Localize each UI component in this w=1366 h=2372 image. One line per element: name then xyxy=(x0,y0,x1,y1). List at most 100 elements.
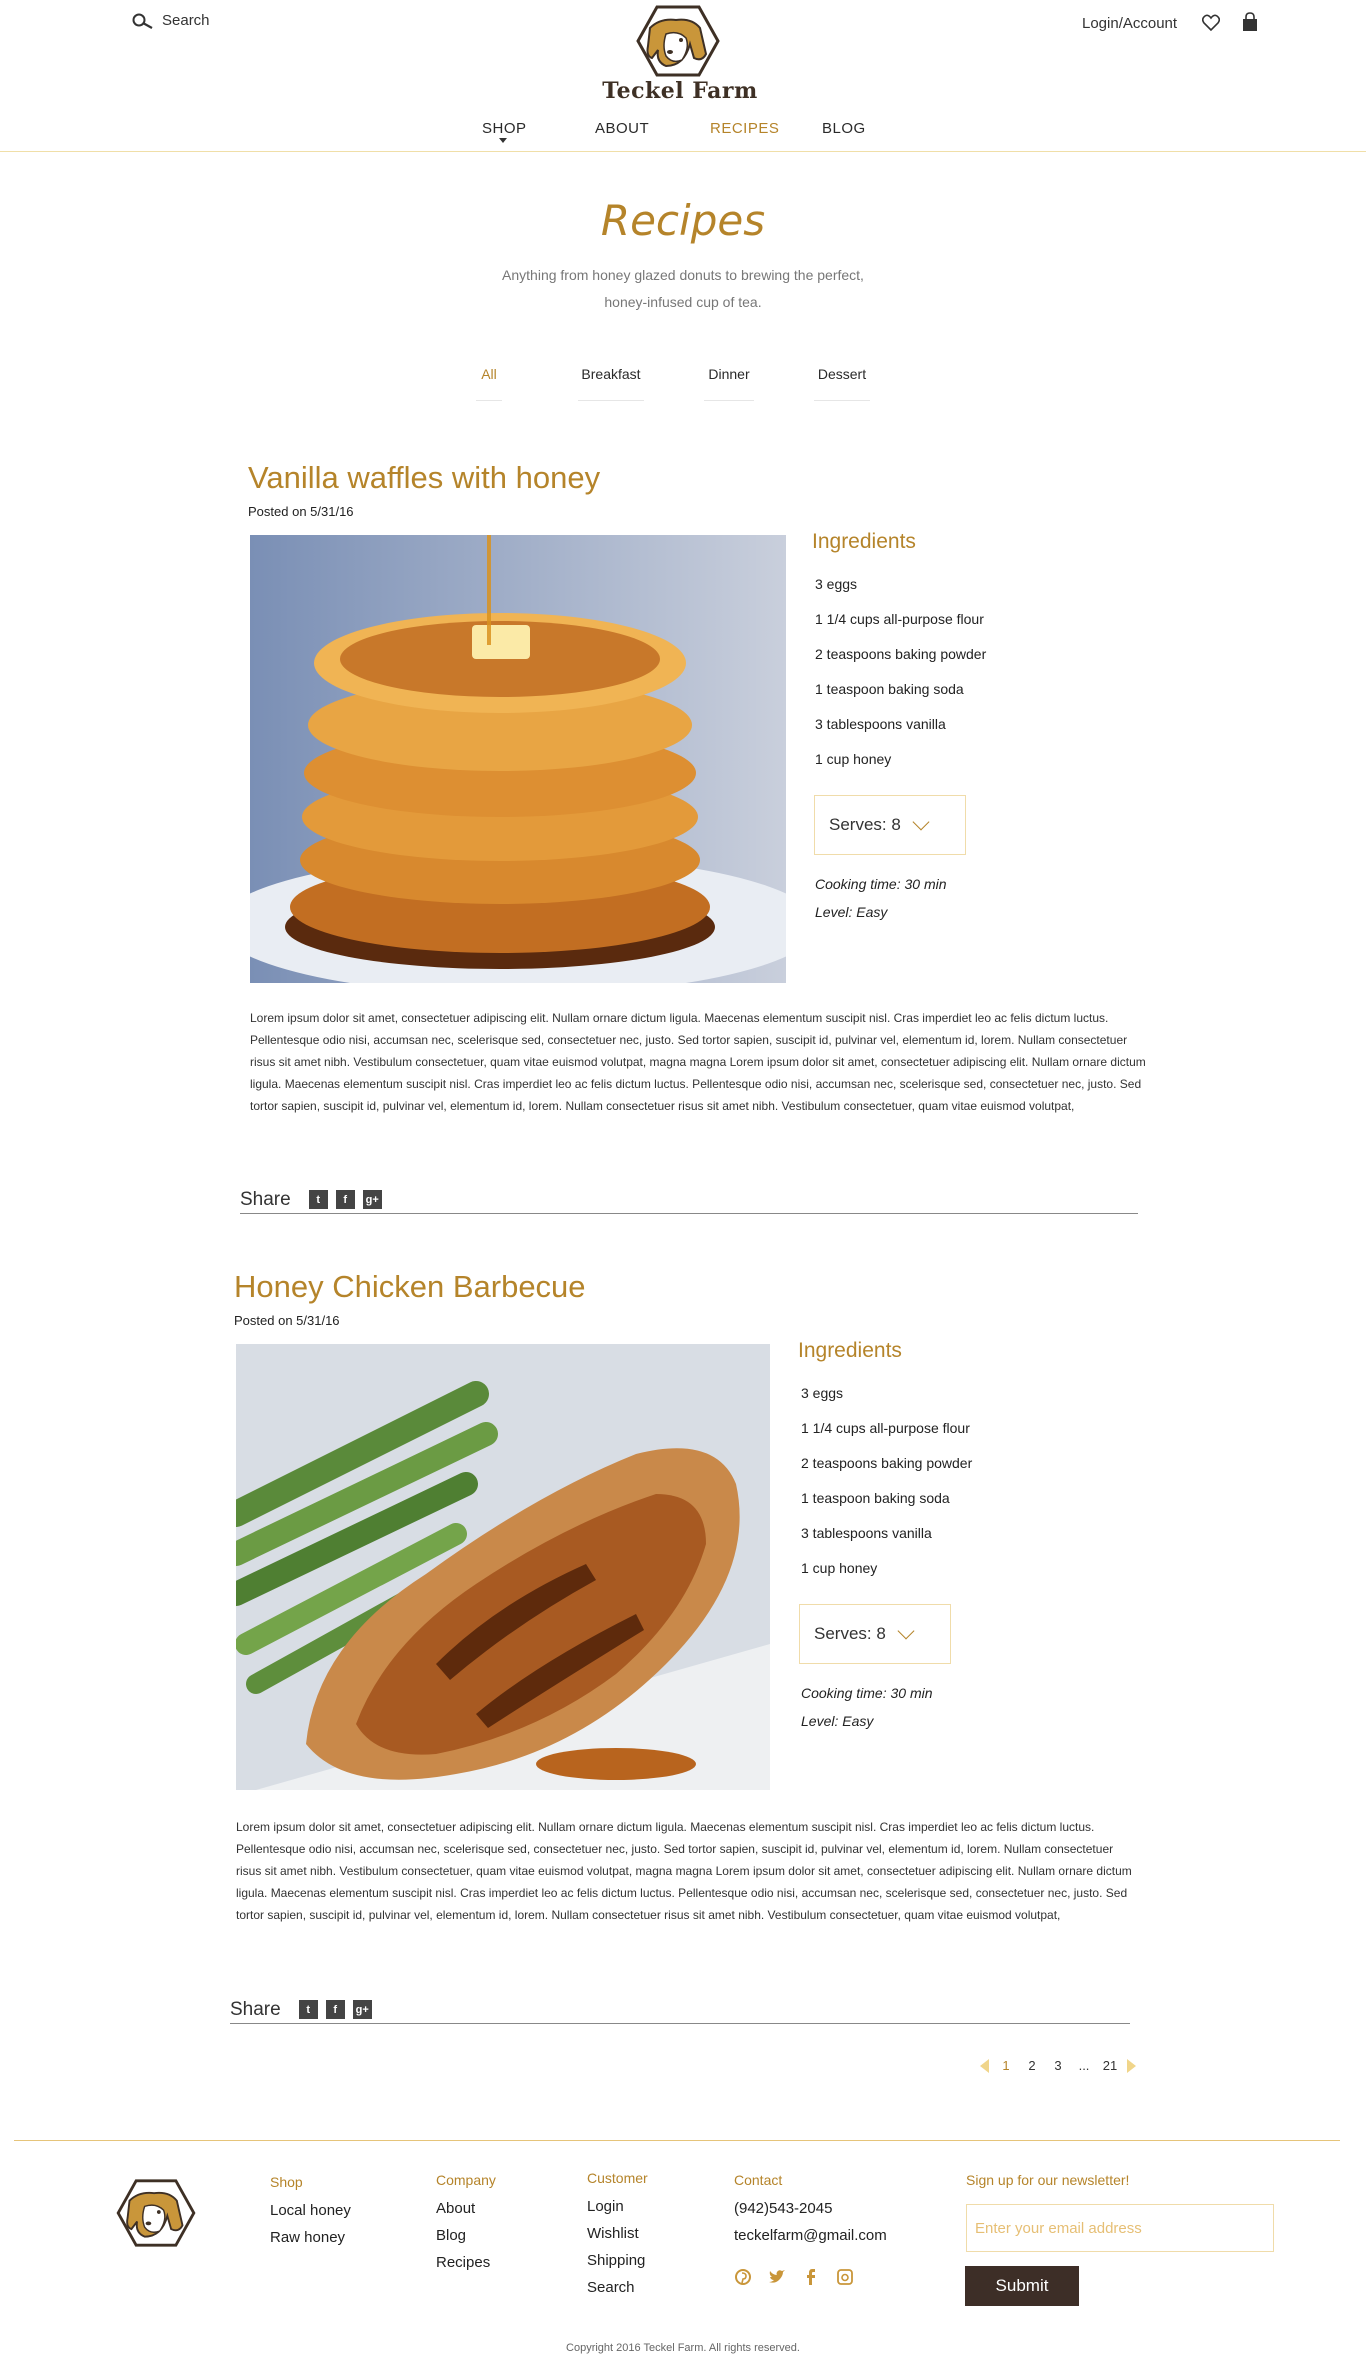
twitter-icon[interactable] xyxy=(768,2268,786,2286)
page-title: Recipes xyxy=(600,196,766,245)
copyright: Copyright 2016 Teckel Farm. All rights r… xyxy=(566,2342,800,2354)
facebook-icon[interactable] xyxy=(802,2268,820,2286)
ingredients-heading: Ingredients xyxy=(812,530,916,553)
pagination: 1 2 3 ... 21 xyxy=(980,2058,1136,2073)
ingredient-item: 1 cup honey xyxy=(815,751,892,767)
brand-name[interactable]: Teckel Farm xyxy=(560,78,800,104)
contact-phone[interactable]: (942)543-2045 xyxy=(734,2198,887,2225)
previous-page-icon[interactable] xyxy=(980,2058,989,2073)
page-ellipsis: ... xyxy=(1078,2058,1090,2073)
instagram-icon[interactable] xyxy=(836,2268,854,2286)
ingredient-item: 1 1/4 cups all-purpose flour xyxy=(801,1420,970,1436)
nav-blog[interactable]: BLOG xyxy=(822,120,866,137)
ingredients-list: 3 eggs 1 1/4 cups all-purpose flour 2 te… xyxy=(815,574,986,784)
recipe-meta: Cooking time: 30 min Level: Easy xyxy=(815,870,947,926)
social-links xyxy=(734,2268,854,2286)
tab-dessert[interactable]: Dessert xyxy=(814,366,870,401)
difficulty-level: Level: Easy xyxy=(801,1713,874,1729)
footer-shop-column: Shop Local honey Raw honey xyxy=(270,2174,351,2254)
recipe-posted-date: Posted on 5/31/16 xyxy=(248,504,354,519)
shopping-bag-icon[interactable] xyxy=(1242,12,1258,32)
serves-value: Serves: 8 xyxy=(829,815,901,834)
next-page-icon[interactable] xyxy=(1127,2058,1136,2073)
chicken-photo xyxy=(236,1344,770,1790)
login-account-link[interactable]: Login/Account xyxy=(1082,15,1177,32)
footer-shop-heading: Shop xyxy=(270,2174,303,2190)
search-link[interactable]: Search xyxy=(132,12,210,29)
page-subtitle: Anything from honey glazed donuts to bre… xyxy=(502,267,864,310)
ingredients-heading: Ingredients xyxy=(798,1339,902,1362)
waffles-photo xyxy=(250,535,786,983)
recipe-title[interactable]: Vanilla waffles with honey xyxy=(248,460,600,496)
twitter-share-icon[interactable]: t xyxy=(298,2000,318,2019)
pinterest-icon[interactable] xyxy=(734,2268,752,2286)
footer-link[interactable]: Raw honey xyxy=(270,2227,351,2254)
share-bar: Share t f g+ xyxy=(240,1186,1138,1214)
recipe-body: Lorem ipsum dolor sit amet, consectetuer… xyxy=(250,1011,1146,1113)
nav-about[interactable]: ABOUT xyxy=(595,120,649,137)
page-link[interactable]: 2 xyxy=(1019,2058,1045,2073)
teckel-farm-logo-icon[interactable] xyxy=(114,2178,198,2248)
page-link[interactable]: 21 xyxy=(1097,2058,1123,2073)
ingredient-item: 3 eggs xyxy=(815,576,858,592)
nav-recipes[interactable]: RECIPES xyxy=(710,120,779,137)
ingredient-item: 1 teaspoon baking soda xyxy=(801,1490,950,1506)
teckel-farm-logo-icon[interactable] xyxy=(636,4,720,78)
recipe-meta: Cooking time: 30 min Level: Easy xyxy=(801,1679,933,1735)
footer-link[interactable]: Local honey xyxy=(270,2200,351,2227)
recipe-body: Lorem ipsum dolor sit amet, consectetuer… xyxy=(236,1820,1132,1922)
facebook-share-icon[interactable]: f xyxy=(325,2000,345,2019)
newsletter-submit-button[interactable]: Submit xyxy=(965,2266,1079,2306)
ingredient-item: 2 teaspoons baking powder xyxy=(815,646,987,662)
serves-dropdown[interactable]: Serves: 8 xyxy=(814,795,966,855)
footer-customer-heading: Customer xyxy=(587,2170,648,2186)
chevron-down-icon xyxy=(897,1622,915,1640)
tab-dinner[interactable]: Dinner xyxy=(704,366,754,401)
page-link[interactable]: 3 xyxy=(1045,2058,1071,2073)
newsletter-heading: Sign up for our newsletter! xyxy=(966,2172,1130,2188)
difficulty-level: Level: Easy xyxy=(815,904,888,920)
footer-link[interactable]: Wishlist xyxy=(587,2223,648,2250)
ingredient-item: 3 tablespoons vanilla xyxy=(801,1525,932,1541)
contact-email[interactable]: teckelfarm@gmail.com xyxy=(734,2225,887,2252)
page-link[interactable]: 1 xyxy=(993,2058,1019,2073)
share-bar: Share t f g+ xyxy=(230,1996,1130,2024)
footer-company-heading: Company xyxy=(436,2172,496,2188)
footer-link[interactable]: Recipes xyxy=(436,2252,496,2279)
serves-dropdown[interactable]: Serves: 8 xyxy=(799,1604,951,1664)
cooking-time: Cooking time: 30 min xyxy=(801,1685,933,1701)
site-header: Search Teckel Farm Login/Account SHOP AB… xyxy=(0,0,1366,152)
google-plus-share-icon[interactable]: g+ xyxy=(352,2000,372,2019)
ingredient-item: 3 tablespoons vanilla xyxy=(815,716,946,732)
twitter-share-icon[interactable]: t xyxy=(308,1190,328,1209)
nav-shop[interactable]: SHOP xyxy=(482,120,527,137)
footer-link[interactable]: Login xyxy=(587,2196,648,2223)
footer-link[interactable]: Blog xyxy=(436,2225,496,2252)
heart-icon[interactable] xyxy=(1202,14,1220,32)
footer-link[interactable]: Search xyxy=(587,2277,648,2304)
search-icon xyxy=(132,13,153,29)
google-plus-share-icon[interactable]: g+ xyxy=(362,1190,382,1209)
recipe-title[interactable]: Honey Chicken Barbecue xyxy=(234,1269,586,1305)
tab-all[interactable]: All xyxy=(476,366,502,401)
ingredient-item: 1 1/4 cups all-purpose flour xyxy=(815,611,984,627)
cooking-time: Cooking time: 30 min xyxy=(815,876,947,892)
share-label: Share xyxy=(240,1188,291,1210)
ingredient-item: 1 cup honey xyxy=(801,1560,878,1576)
recipe-posted-date: Posted on 5/31/16 xyxy=(234,1313,340,1328)
footer-contact-heading: Contact xyxy=(734,2172,783,2188)
footer-contact-column: Contact (942)543-2045 teckelfarm@gmail.c… xyxy=(734,2172,887,2252)
footer-divider xyxy=(14,2140,1340,2141)
footer-link[interactable]: Shipping xyxy=(587,2250,648,2277)
ingredient-item: 1 teaspoon baking soda xyxy=(815,681,964,697)
facebook-share-icon[interactable]: f xyxy=(335,1190,355,1209)
newsletter-email-input[interactable] xyxy=(966,2204,1274,2252)
footer-company-column: Company About Blog Recipes xyxy=(436,2172,496,2279)
ingredient-item: 3 eggs xyxy=(801,1385,844,1401)
share-label: Share xyxy=(230,1998,281,2020)
search-label: Search xyxy=(162,12,210,29)
tab-breakfast[interactable]: Breakfast xyxy=(578,366,644,401)
footer-customer-column: Customer Login Wishlist Shipping Search xyxy=(587,2170,648,2304)
ingredient-item: 2 teaspoons baking powder xyxy=(801,1455,973,1471)
footer-link[interactable]: About xyxy=(436,2198,496,2225)
